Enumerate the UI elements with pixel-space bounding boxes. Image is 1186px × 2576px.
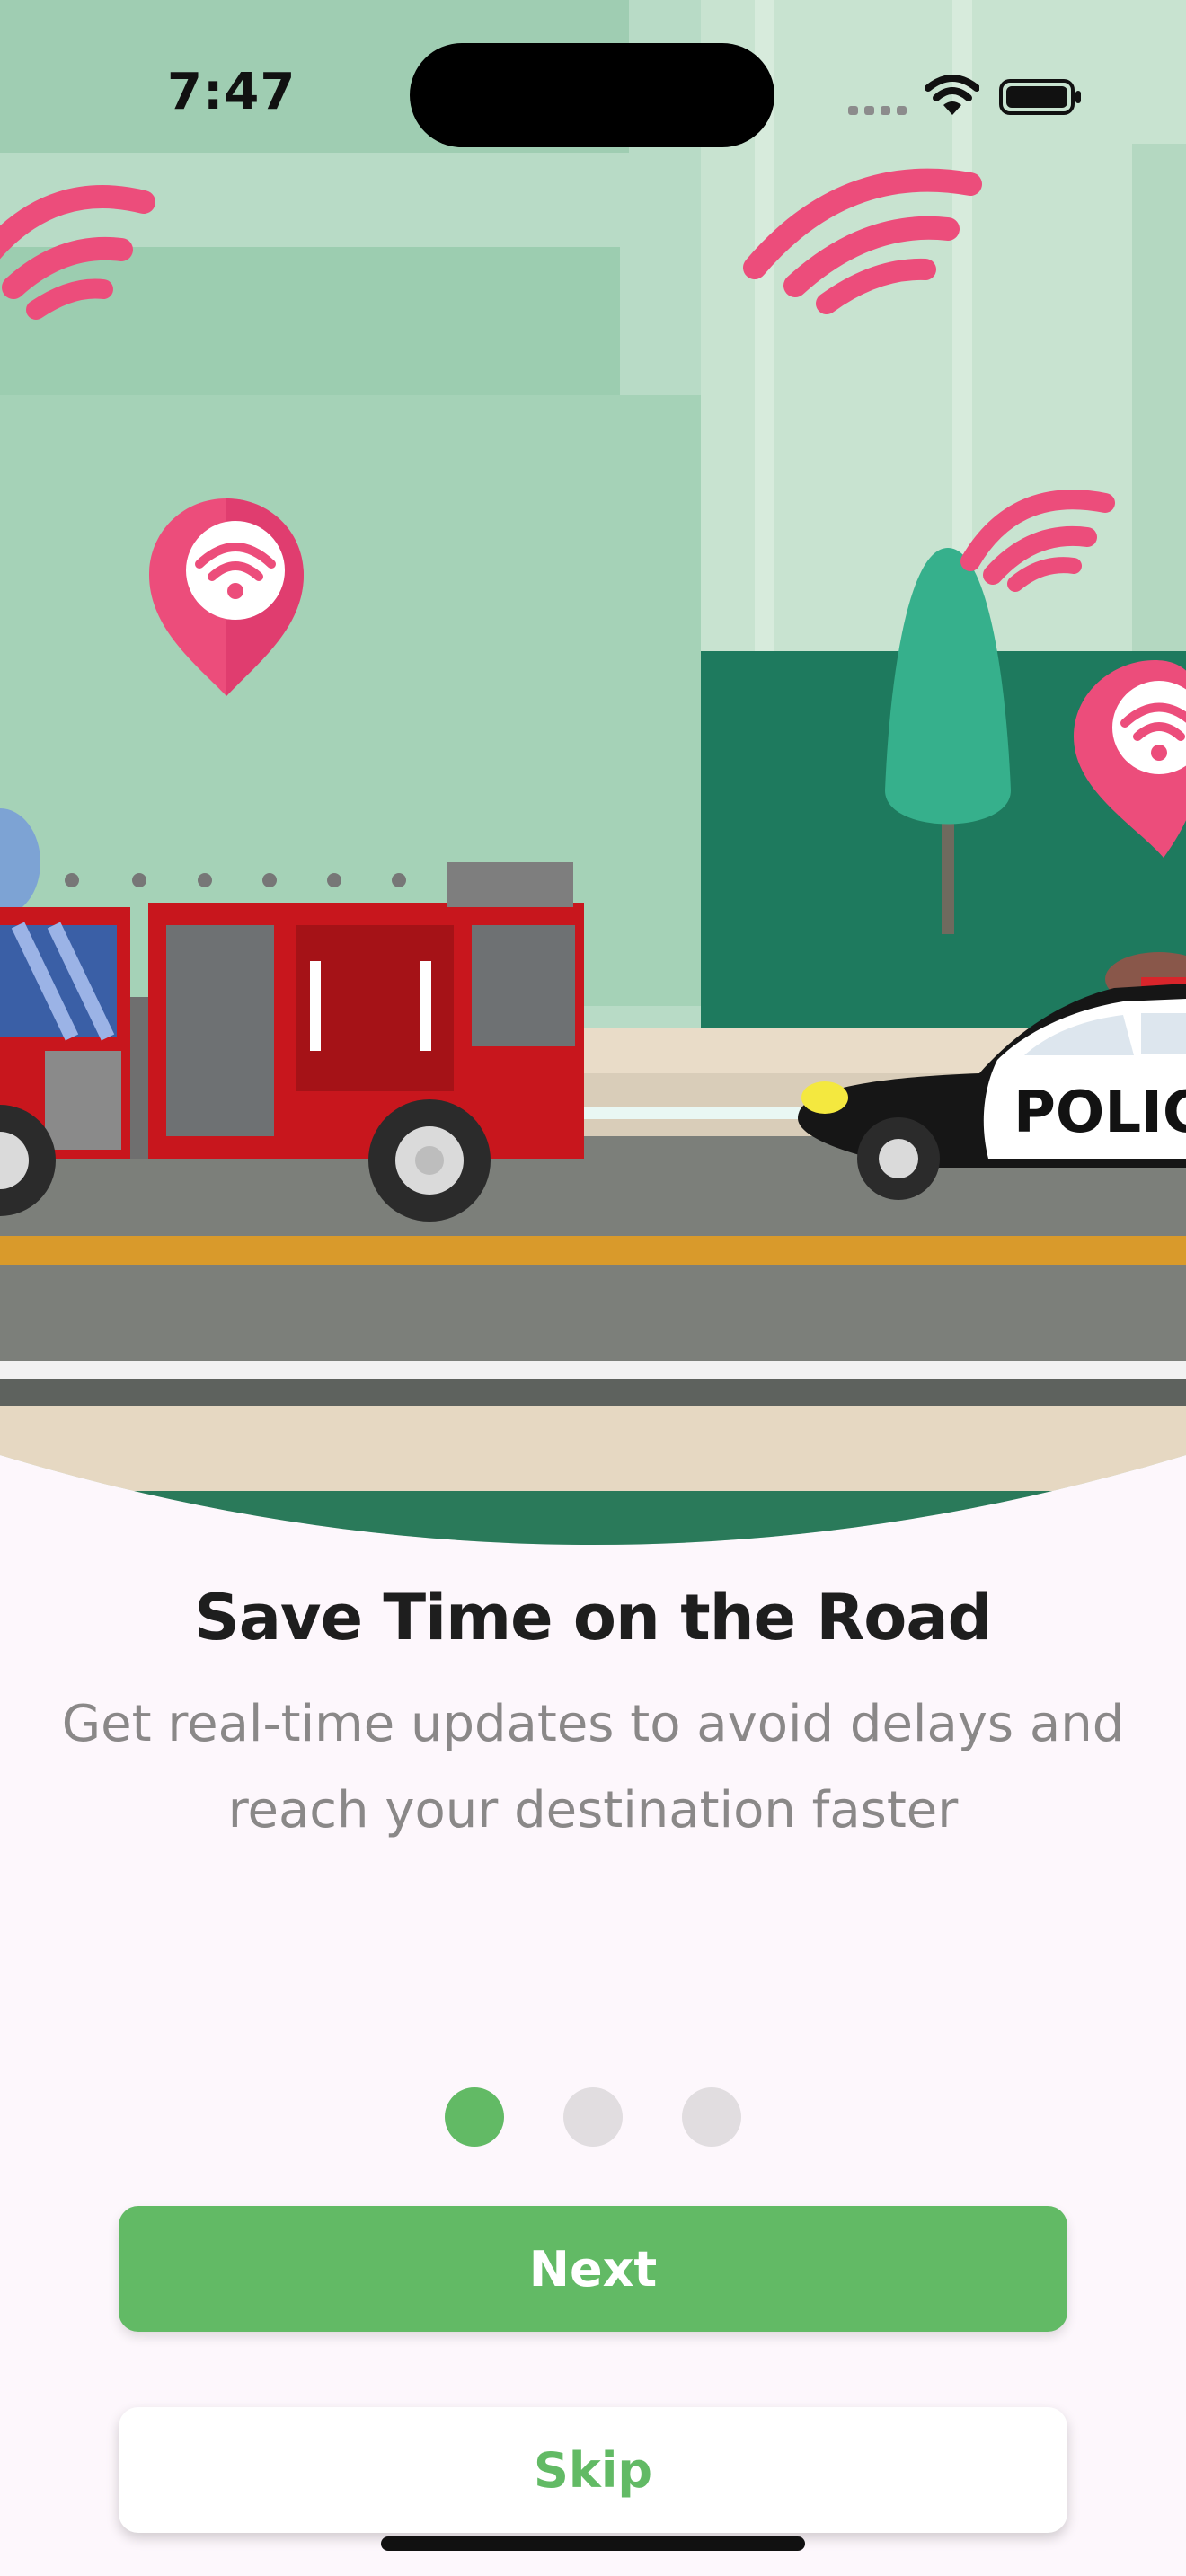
battery-icon	[999, 79, 1081, 115]
skip-button[interactable]: Skip	[119, 2407, 1067, 2533]
onboarding-screen: POLIC 7:47 Save Time on the Road Get rea…	[0, 0, 1186, 2576]
onboarding-title: Save Time on the Road	[194, 1581, 992, 1654]
police-car-label: POLIC	[1013, 1080, 1186, 1146]
wifi-icon	[925, 75, 979, 115]
page-indicator	[0, 2087, 1186, 2147]
page-dot-3[interactable]	[682, 2087, 741, 2147]
status-time: 7:47	[167, 63, 296, 121]
next-button[interactable]: Next	[119, 2206, 1067, 2332]
onboarding-subtitle: Get real-time updates to avoid delays an…	[61, 1695, 1125, 1839]
city-street-illustration: POLIC	[0, 0, 1186, 1545]
page-dot-1-active[interactable]	[445, 2087, 504, 2147]
dynamic-island	[410, 43, 774, 147]
home-indicator	[381, 2536, 805, 2551]
cellular-signal-icon	[848, 106, 907, 115]
page-dot-2[interactable]	[563, 2087, 623, 2147]
hero-illustration: POLIC	[0, 0, 1186, 1545]
